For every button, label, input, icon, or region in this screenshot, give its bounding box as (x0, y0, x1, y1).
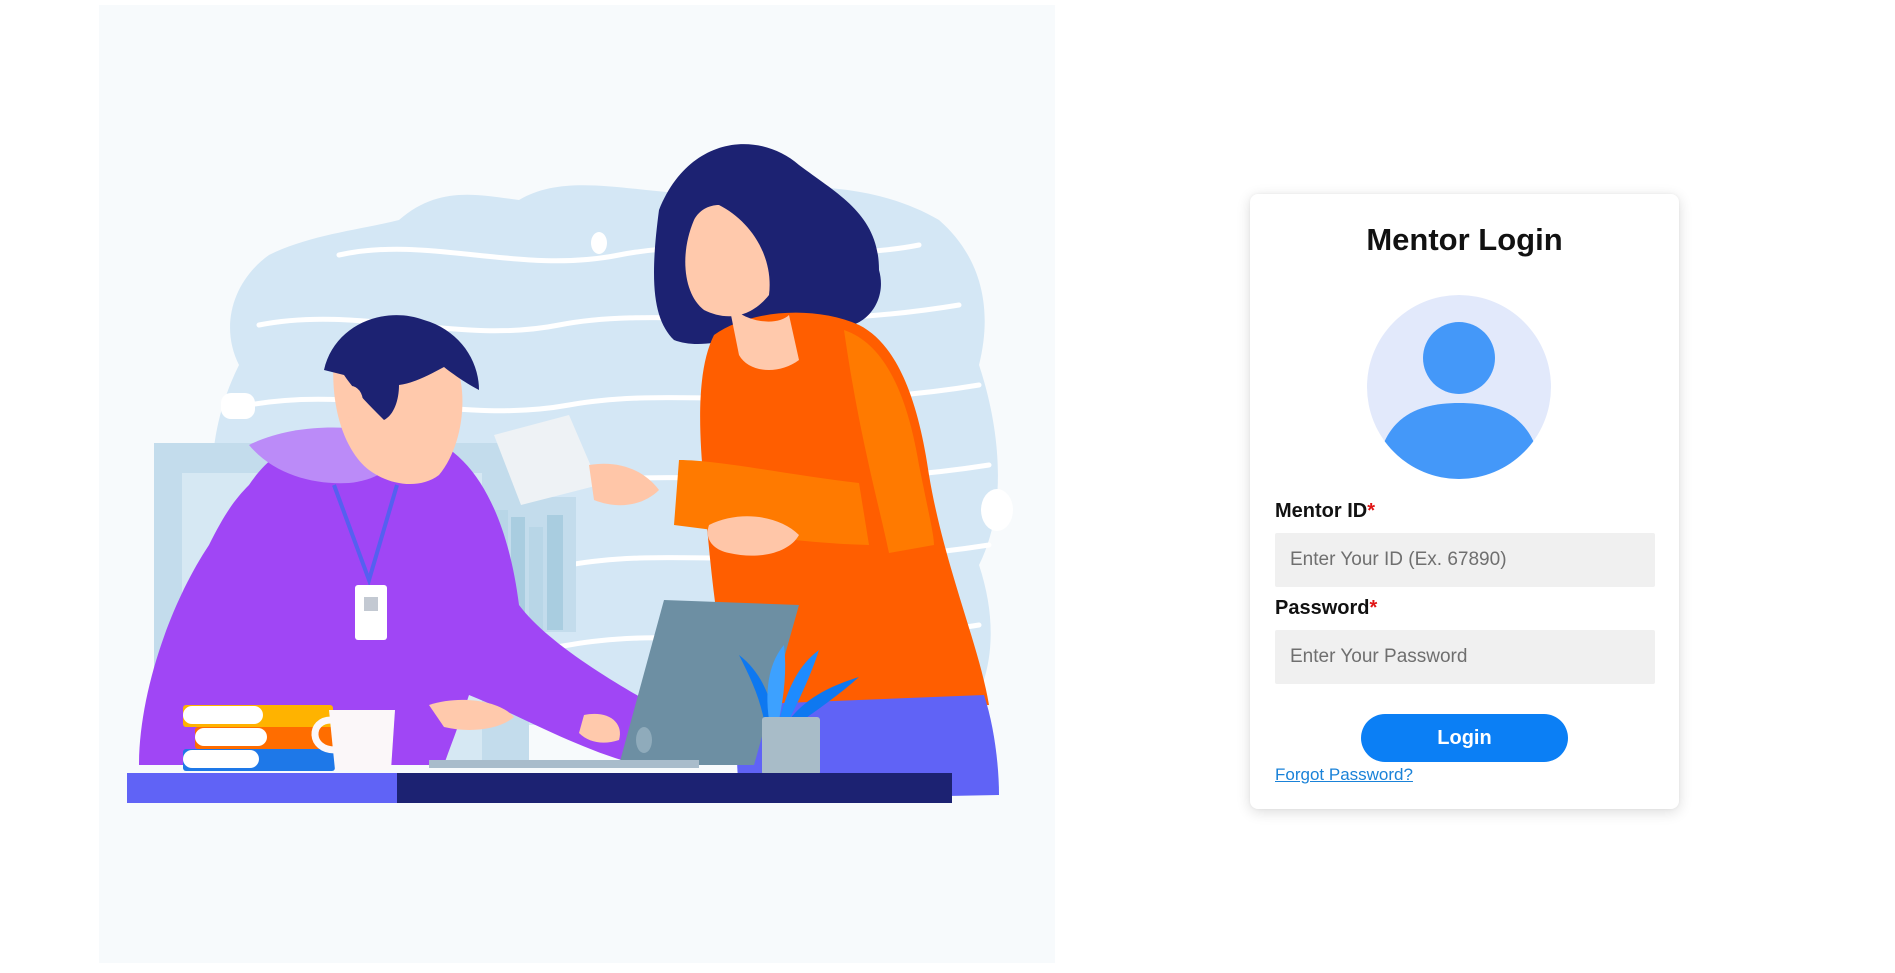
login-page: Mentor Login Mentor ID* Password* Login … (0, 0, 1895, 973)
mentor-id-input[interactable] (1275, 533, 1655, 587)
login-title: Mentor Login (1366, 222, 1563, 257)
password-label: Password* (1275, 597, 1377, 620)
mentor-id-label: Mentor ID* (1275, 500, 1375, 523)
user-avatar-icon (1367, 295, 1551, 479)
forgot-password-link[interactable]: Forgot Password? (1275, 765, 1413, 785)
password-input[interactable] (1275, 630, 1655, 684)
login-card: Mentor Login Mentor ID* Password* Login … (1250, 194, 1679, 809)
required-marker: * (1367, 500, 1376, 522)
mentoring-illustration (99, 5, 1055, 963)
login-button[interactable]: Login (1361, 714, 1568, 762)
mentor-id-label-text: Mentor ID (1275, 500, 1368, 522)
password-label-text: Password (1275, 597, 1370, 619)
required-marker: * (1369, 597, 1378, 619)
